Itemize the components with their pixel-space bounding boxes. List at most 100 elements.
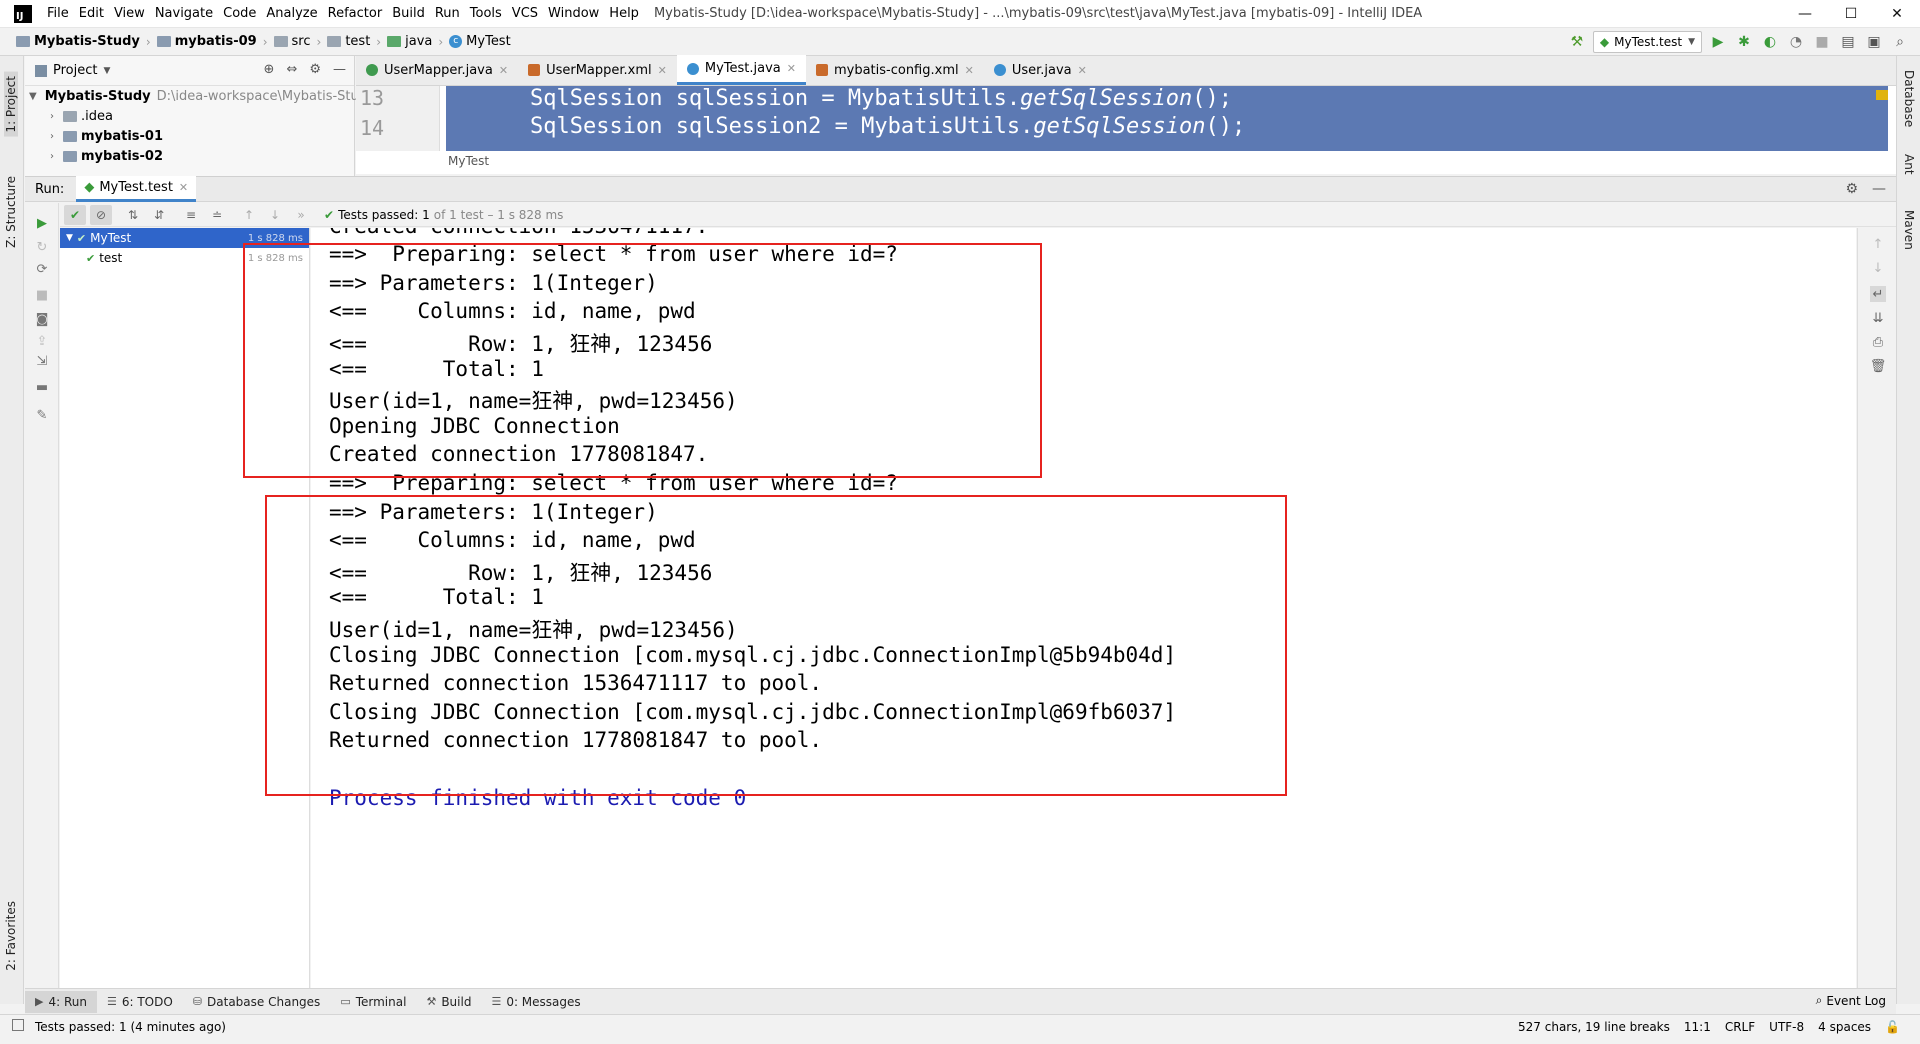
close-tab-icon[interactable]: ✕ bbox=[658, 64, 667, 77]
import-icon[interactable]: ⇲ bbox=[34, 353, 50, 369]
database-tool-tab[interactable]: Database bbox=[1902, 70, 1916, 127]
structure-tool-tab[interactable]: Z: Structure bbox=[4, 176, 18, 248]
show-passed-icon[interactable]: ✔ bbox=[64, 204, 86, 225]
profile-icon[interactable]: ◔ bbox=[1786, 32, 1806, 52]
toggle-auto-test-icon[interactable]: ⟳ bbox=[34, 261, 50, 277]
chevron-right-icon[interactable]: › bbox=[45, 131, 59, 142]
trash-icon[interactable]: 🗑 bbox=[1870, 358, 1887, 374]
chevron-right-icon[interactable]: › bbox=[45, 111, 59, 122]
tab-user-java[interactable]: User.java ✕ bbox=[984, 55, 1097, 85]
arrow-down-icon[interactable]: ↓ bbox=[1870, 260, 1886, 276]
export-icon[interactable]: ⇪ bbox=[34, 333, 50, 349]
menu-edit[interactable]: Edit bbox=[74, 0, 109, 28]
warning-marker-icon[interactable] bbox=[1876, 90, 1888, 100]
tree-item-idea[interactable]: › .idea bbox=[25, 106, 354, 126]
breadcrumb-java[interactable]: java bbox=[387, 34, 438, 49]
sort-duration-icon[interactable]: ⇵ bbox=[148, 205, 170, 225]
close-button[interactable]: ✕ bbox=[1874, 0, 1920, 28]
menu-vcs[interactable]: VCS bbox=[507, 0, 543, 28]
pin-icon[interactable]: ✎ bbox=[34, 407, 50, 423]
chevron-right-icon[interactable]: › bbox=[45, 151, 59, 162]
soft-wrap-icon[interactable]: ↵ bbox=[1870, 286, 1886, 302]
run-icon[interactable]: ▶ bbox=[1708, 32, 1728, 52]
arrow-up-icon[interactable]: ↑ bbox=[1870, 236, 1886, 252]
tree-item-mybatis-02[interactable]: › mybatis-02 bbox=[25, 146, 354, 166]
code-editor[interactable]: 13 14 SqlSession sqlSession = MybatisUti… bbox=[356, 86, 1896, 174]
rerun-failed-icon[interactable]: ↻ bbox=[34, 239, 50, 255]
show-ignored-icon[interactable]: ⊘ bbox=[90, 204, 112, 225]
arrow-up-icon[interactable]: ↑ bbox=[238, 205, 260, 225]
editor-breadcrumb[interactable]: MyTest bbox=[448, 154, 489, 168]
tab-usermapper-java[interactable]: UserMapper.java ✕ bbox=[356, 55, 518, 85]
rerun-icon[interactable]: ▶ bbox=[34, 215, 50, 231]
menu-analyze[interactable]: Analyze bbox=[261, 0, 322, 28]
chevron-down-icon[interactable]: ▼ bbox=[103, 66, 110, 76]
build-hammer-icon[interactable]: ⚒ bbox=[1567, 32, 1587, 52]
expand-all-icon[interactable]: ≡ bbox=[180, 205, 202, 225]
tool-tab-messages[interactable]: ☰ 0: Messages bbox=[481, 991, 590, 1013]
project-structure-icon[interactable]: ▤ bbox=[1838, 32, 1858, 52]
close-tab-icon[interactable]: ✕ bbox=[965, 64, 974, 77]
maven-tool-tab[interactable]: Maven bbox=[1902, 210, 1916, 250]
menu-code[interactable]: Code bbox=[218, 0, 261, 28]
menu-help[interactable]: Help bbox=[604, 0, 644, 28]
breadcrumb-test[interactable]: test bbox=[327, 34, 376, 49]
collapse-all-icon[interactable]: ≐ bbox=[206, 205, 228, 225]
more-icon[interactable]: » bbox=[290, 205, 312, 225]
menu-navigate[interactable]: Navigate bbox=[150, 0, 218, 28]
file-encoding[interactable]: UTF-8 bbox=[1769, 1020, 1804, 1034]
code-line-13[interactable]: SqlSession sqlSession = MybatisUtils.get… bbox=[530, 86, 1232, 111]
tab-mytest-java[interactable]: MyTest.java ✕ bbox=[676, 55, 806, 85]
close-tab-icon[interactable]: ✕ bbox=[499, 64, 508, 77]
chevron-down-icon[interactable]: ▼ bbox=[66, 233, 73, 243]
gear-icon[interactable]: ⚙ bbox=[309, 62, 321, 77]
ant-tool-tab[interactable]: Ant bbox=[1902, 154, 1916, 175]
menu-tools[interactable]: Tools bbox=[465, 0, 507, 28]
tree-item-root[interactable]: ▼ Mybatis-Study D:\idea-workspace\Mybati… bbox=[25, 86, 367, 106]
event-log-button[interactable]: ⌕ Event Log bbox=[1816, 993, 1886, 1008]
chevron-down-icon[interactable]: ▼ bbox=[29, 91, 37, 102]
menu-refactor[interactable]: Refactor bbox=[323, 0, 388, 28]
stop-icon[interactable]: ■ bbox=[1812, 32, 1832, 52]
tool-tab-run[interactable]: ▶ 4: Run bbox=[25, 990, 97, 1013]
status-message[interactable]: Tests passed: 1 (4 minutes ago) bbox=[35, 1020, 226, 1034]
tool-tab-todo[interactable]: ☰ 6: TODO bbox=[97, 991, 183, 1013]
tree-item-mybatis-01[interactable]: › mybatis-01 bbox=[25, 126, 354, 146]
cursor-position[interactable]: 11:1 bbox=[1684, 1020, 1711, 1034]
stop-icon[interactable]: ■ bbox=[34, 287, 50, 303]
maximize-button[interactable]: ☐ bbox=[1828, 0, 1874, 28]
test-node-test[interactable]: ✔ test 1 s 828 ms bbox=[60, 248, 309, 268]
tool-window-toggle-icon[interactable] bbox=[12, 1019, 24, 1031]
print-icon[interactable]: ⎙ bbox=[1870, 334, 1886, 350]
line-separator[interactable]: CRLF bbox=[1725, 1020, 1755, 1034]
tab-usermapper-xml[interactable]: UserMapper.xml ✕ bbox=[518, 55, 677, 85]
hide-icon[interactable]: — bbox=[333, 62, 346, 77]
tool-tab-database-changes[interactable]: ⛁ Database Changes bbox=[183, 991, 331, 1013]
menu-view[interactable]: View bbox=[109, 0, 150, 28]
search-icon[interactable]: ⌕ bbox=[1890, 32, 1910, 52]
project-view-selector[interactable]: Project bbox=[53, 63, 97, 78]
menu-file[interactable]: File bbox=[42, 0, 74, 28]
tool-tab-build[interactable]: ⚒ Build bbox=[416, 991, 481, 1013]
menu-build[interactable]: Build bbox=[387, 0, 430, 28]
run-configuration-select[interactable]: ◆ MyTest.test ▼ bbox=[1592, 31, 1702, 53]
arrow-down-icon[interactable]: ↓ bbox=[264, 205, 286, 225]
breadcrumb-module[interactable]: mybatis-09 bbox=[156, 34, 263, 49]
camera-icon[interactable]: ◙ bbox=[34, 311, 50, 327]
gear-icon[interactable]: ⚙ bbox=[1845, 181, 1858, 197]
project-tool-tab[interactable]: 1: Project bbox=[4, 72, 18, 137]
close-tab-icon[interactable]: ✕ bbox=[179, 181, 188, 194]
collapse-all-icon[interactable]: ⇔ bbox=[286, 62, 297, 77]
close-tab-icon[interactable]: ✕ bbox=[1078, 64, 1087, 77]
breadcrumb-project[interactable]: Mybatis-Study bbox=[16, 34, 146, 49]
test-node-mytest[interactable]: ▼ ✔ MyTest 1 s 828 ms bbox=[60, 228, 309, 248]
run-tab-mytest[interactable]: ◆ MyTest.test ✕ bbox=[76, 176, 197, 202]
code-line-14[interactable]: SqlSession sqlSession2 = MybatisUtils.ge… bbox=[530, 114, 1245, 139]
layout-icon[interactable]: ▣ bbox=[1864, 32, 1884, 52]
lock-icon[interactable]: 🔓 bbox=[1885, 1020, 1900, 1034]
minimize-button[interactable]: — bbox=[1782, 0, 1828, 28]
breadcrumb-class[interactable]: c MyTest bbox=[449, 34, 517, 49]
favorites-tool-tab[interactable]: 2: Favorites bbox=[4, 901, 18, 971]
tab-mybatis-config-xml[interactable]: mybatis-config.xml ✕ bbox=[806, 55, 984, 85]
debug-icon[interactable]: ✱ bbox=[1734, 32, 1754, 52]
